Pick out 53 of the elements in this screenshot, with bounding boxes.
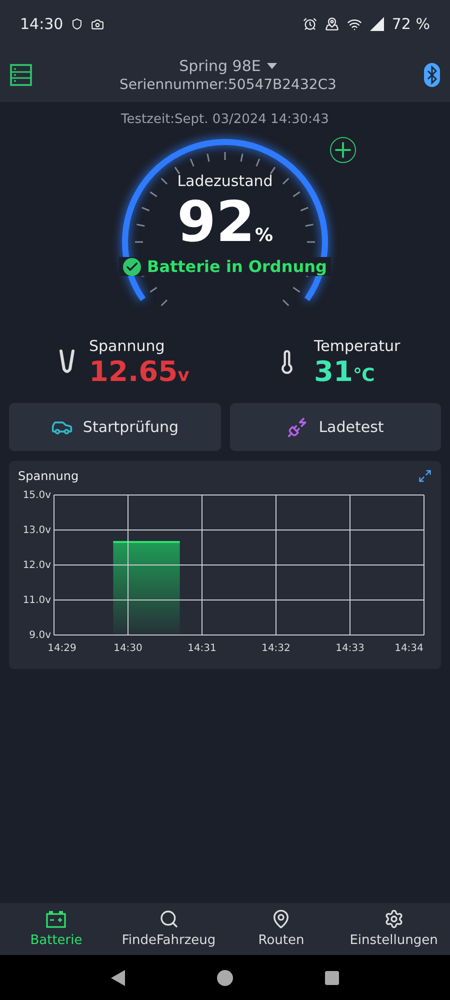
axis-label: 14:30 bbox=[114, 643, 142, 654]
axis-label: 14:34 bbox=[394, 643, 424, 654]
camera-icon bbox=[91, 18, 104, 30]
battery-percentage: 72 % bbox=[392, 15, 430, 33]
back-icon[interactable] bbox=[111, 970, 125, 986]
nav-tab[interactable]: Routen bbox=[225, 903, 338, 955]
battery-status: Batterie in Ordnung bbox=[147, 257, 327, 276]
axis-label: 14:33 bbox=[336, 643, 364, 654]
shield-icon bbox=[71, 18, 84, 30]
test-time: Testzeit:Sept. 03/2024 14:30:43 bbox=[121, 112, 329, 127]
bluetooth-icon[interactable] bbox=[424, 63, 440, 87]
axis-label: 14:29 bbox=[48, 643, 76, 654]
percent-unit: % bbox=[254, 225, 273, 246]
reading-unit: ℃ bbox=[352, 364, 375, 386]
battery-icon bbox=[45, 909, 68, 929]
location-icon bbox=[324, 17, 339, 31]
recents-icon[interactable] bbox=[325, 970, 339, 984]
axis-label: 11.0v bbox=[22, 595, 51, 606]
nav-tab[interactable]: Einstellungen bbox=[338, 903, 450, 955]
signal-icon bbox=[370, 17, 384, 31]
axis-label: 14:32 bbox=[262, 643, 290, 654]
nav-tab[interactable]: FindeFahrzeug bbox=[112, 903, 225, 955]
settings-icon bbox=[384, 909, 404, 929]
axis-label: 12.0v bbox=[22, 560, 51, 571]
plug-icon bbox=[286, 416, 309, 438]
axis-label: 14:31 bbox=[188, 643, 216, 654]
location-pin-icon bbox=[271, 909, 292, 929]
axis-label: 13.0v bbox=[22, 525, 51, 536]
axis-label: 15.0v bbox=[22, 490, 51, 501]
reading-label: Temperatur bbox=[314, 336, 400, 354]
wifi-icon bbox=[346, 16, 362, 32]
axis-label: 9.0v bbox=[29, 630, 51, 641]
reading-unit: v bbox=[178, 364, 190, 386]
reading-value: 12.65 bbox=[89, 354, 178, 388]
serial-number: Seriennummer:50547B2432C3 bbox=[120, 77, 336, 93]
home-icon[interactable] bbox=[217, 970, 233, 986]
dropdown-caret-icon[interactable] bbox=[266, 63, 277, 69]
voltage-icon bbox=[59, 349, 75, 375]
device-selector[interactable]: Spring 98E bbox=[179, 57, 261, 75]
reading-label: Spannung bbox=[89, 336, 166, 354]
expand-icon[interactable] bbox=[418, 469, 432, 483]
alarm-icon bbox=[302, 17, 317, 31]
menu-icon[interactable] bbox=[10, 64, 32, 86]
test-button[interactable]: Ladetest bbox=[230, 403, 441, 451]
gauge-label: Ladezustand bbox=[177, 172, 273, 190]
search-icon bbox=[158, 909, 179, 929]
chart-title: Spannung bbox=[18, 469, 79, 483]
reading-value: 31 bbox=[314, 354, 353, 388]
test-button[interactable]: Startprüfung bbox=[9, 403, 220, 451]
nav-tab[interactable]: Batterie bbox=[0, 903, 112, 955]
status-time: 14:30 bbox=[20, 15, 64, 33]
add-icon[interactable] bbox=[330, 137, 356, 163]
charge-value: 92 bbox=[177, 190, 255, 255]
